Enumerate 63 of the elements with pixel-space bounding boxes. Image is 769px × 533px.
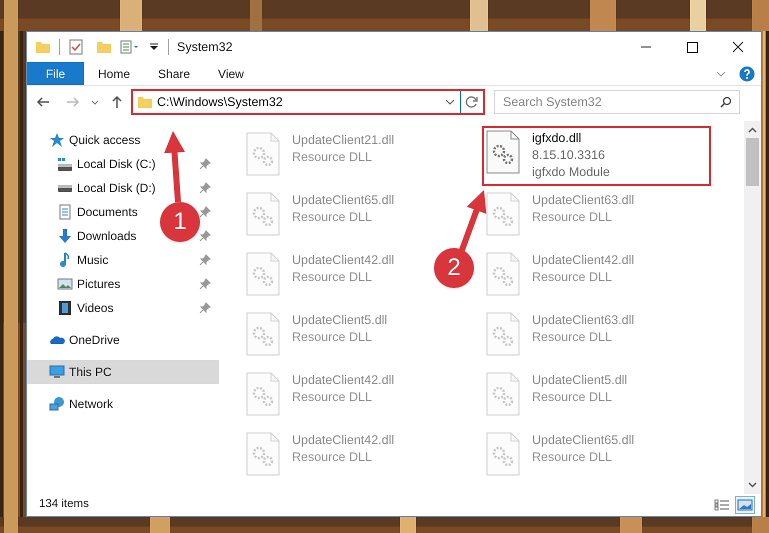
settings-file-icon bbox=[246, 372, 280, 416]
item-count: 134 items bbox=[39, 497, 90, 512]
pin-icon[interactable] bbox=[199, 182, 211, 194]
search-icon bbox=[720, 96, 732, 108]
settings-file-icon bbox=[246, 252, 280, 296]
dropdown-icon[interactable] bbox=[148, 41, 160, 53]
window-title: System32 bbox=[177, 38, 233, 56]
file-item[interactable]: igfxdo.dll 8.15.10.3316 igfxdo Module bbox=[482, 126, 711, 186]
search-field[interactable]: Search System32 bbox=[494, 90, 740, 114]
nav-item[interactable]: Music bbox=[57, 251, 108, 269]
help-icon[interactable] bbox=[739, 66, 755, 82]
nav-item[interactable]: Local Disk (C:) bbox=[57, 155, 156, 173]
ribbon-tab[interactable]: View bbox=[204, 62, 258, 85]
nav-item[interactable]: Pictures bbox=[57, 275, 120, 293]
nav-item[interactable]: This PC bbox=[49, 363, 112, 381]
drive-icon bbox=[57, 184, 73, 192]
film-icon bbox=[57, 300, 73, 316]
address-field[interactable]: C:\Windows\System32 bbox=[131, 89, 485, 115]
ribbon-tab[interactable]: Home bbox=[84, 62, 144, 85]
nav-item[interactable]: Downloads bbox=[57, 227, 136, 245]
settings-file-icon bbox=[246, 132, 280, 176]
scrollbar[interactable] bbox=[744, 121, 761, 494]
monitor-icon bbox=[49, 364, 65, 380]
nav-item[interactable]: OneDrive bbox=[49, 331, 120, 349]
view-button[interactable] bbox=[735, 496, 755, 514]
scroll-down-icon[interactable] bbox=[748, 480, 757, 489]
settings-file-icon bbox=[486, 192, 520, 236]
star-icon bbox=[49, 132, 65, 148]
settings-file-icon bbox=[246, 432, 280, 476]
settings-file-icon bbox=[486, 130, 520, 174]
details-view-icon bbox=[714, 499, 730, 511]
document-icon bbox=[57, 204, 73, 220]
settings-file-icon bbox=[486, 432, 520, 476]
nav-item[interactable]: Videos bbox=[57, 299, 114, 317]
network-icon bbox=[49, 396, 65, 412]
scroll-thumb[interactable] bbox=[746, 138, 759, 186]
scroll-up-icon[interactable] bbox=[748, 126, 757, 135]
folder-icon bbox=[137, 94, 153, 110]
nav-item[interactable]: Documents bbox=[57, 203, 138, 221]
large-icons-view-icon bbox=[737, 499, 753, 511]
nav-item[interactable]: Local Disk (D:) bbox=[57, 179, 156, 197]
pin-icon[interactable] bbox=[199, 254, 211, 266]
arrow bbox=[459, 190, 486, 252]
settings-file-icon bbox=[486, 252, 520, 296]
ribbon-tab[interactable]: File bbox=[27, 62, 84, 85]
arrow bbox=[164, 131, 185, 202]
settings-file-icon bbox=[246, 312, 280, 356]
settings-file-icon bbox=[246, 192, 280, 236]
pin-icon[interactable] bbox=[199, 278, 211, 290]
settings-file-icon bbox=[486, 372, 520, 416]
pin-icon[interactable] bbox=[199, 158, 211, 170]
nav-item[interactable]: Quick access bbox=[49, 131, 140, 149]
download-icon bbox=[57, 228, 73, 244]
checklist-icon[interactable] bbox=[68, 39, 84, 55]
nav-item[interactable]: Network bbox=[49, 395, 114, 413]
settings-file-icon bbox=[486, 312, 520, 356]
picture-icon bbox=[57, 276, 73, 292]
pin-icon[interactable] bbox=[199, 206, 211, 218]
properties-icon[interactable] bbox=[120, 39, 140, 55]
pin-icon[interactable] bbox=[199, 230, 211, 242]
ribbon-tab[interactable]: Share bbox=[144, 62, 204, 85]
pin-icon[interactable] bbox=[199, 302, 211, 314]
drive-icon bbox=[57, 158, 73, 170]
